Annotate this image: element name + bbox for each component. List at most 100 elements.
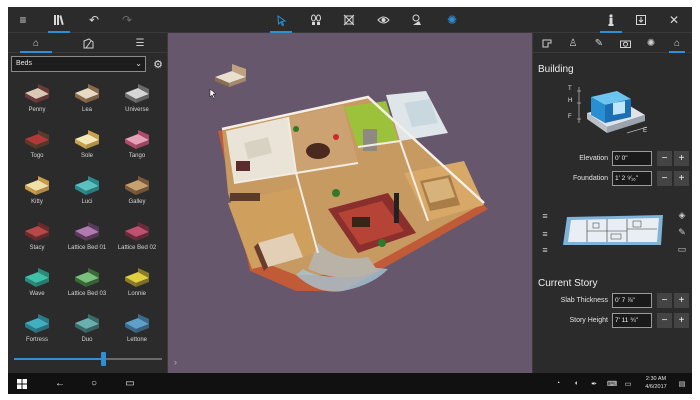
bed-thumbnail-icon <box>75 268 99 287</box>
slab-thickness-field[interactable]: 0' 7 ⅞" <box>612 293 652 308</box>
catalog-item[interactable]: Togo <box>12 125 62 169</box>
building-tab-icon[interactable]: ⌂ <box>667 35 687 53</box>
catalog-item-label: Kitty <box>31 199 43 205</box>
chevron-right-icon[interactable]: › <box>174 357 177 367</box>
catalog-item[interactable]: Lattice Bed 01 <box>62 217 112 261</box>
diagram-label-t: T <box>568 86 572 92</box>
size-slider-thumb[interactable] <box>100 352 106 366</box>
bed-thumbnail-icon <box>75 176 99 195</box>
story-height-field[interactable]: 7' 11 ¾" <box>612 313 652 328</box>
align-bottom-icon[interactable]: ≡ <box>539 244 551 256</box>
gear-icon[interactable]: ⚙ <box>151 57 165 71</box>
catalog-item[interactable]: Kitty <box>12 171 62 215</box>
catalog-item-label: Wave <box>29 291 45 297</box>
slab-thickness-decrement-button[interactable]: − <box>657 293 672 308</box>
catalog-item[interactable]: Lettone <box>112 309 162 353</box>
light-tab-icon[interactable]: ✺ <box>641 35 661 51</box>
bed-thumbnail-icon <box>75 84 99 103</box>
catalog-item[interactable]: Duo <box>62 309 112 353</box>
foundation-decrement-button[interactable]: − <box>657 171 672 186</box>
catalog-item[interactable]: Galley <box>112 171 162 215</box>
align-top-icon[interactable]: ≡ <box>539 210 551 222</box>
camera-tab-icon[interactable] <box>615 35 635 51</box>
battery-icon[interactable]: ▭ <box>622 376 634 391</box>
eye-icon[interactable] <box>372 10 394 30</box>
catalog-item[interactable]: Stacy <box>12 217 62 261</box>
foundation-field[interactable]: 1' 2 ⁹⁄₁₆" <box>612 171 652 186</box>
catalog-item[interactable]: Sole <box>62 125 112 169</box>
windows-start-icon[interactable] <box>14 376 30 391</box>
floor-plan-preview[interactable] <box>561 211 669 249</box>
keyboard-icon[interactable]: ⌨ <box>606 376 618 391</box>
category-dropdown[interactable]: Beds ⌄ <box>11 56 146 72</box>
catalog-item-label: Luci <box>81 199 93 205</box>
current-story-title: Current Story <box>538 278 598 289</box>
catalog-item[interactable]: Lattice Bed 03 <box>62 263 112 307</box>
stamp-tab-icon[interactable]: ♙ <box>563 35 583 51</box>
menu-icon[interactable]: ≡ <box>12 10 34 30</box>
building-tab-icon[interactable]: ⌂ <box>10 35 62 53</box>
system-clock[interactable]: 2:30 AM 4/6/2017 <box>638 375 674 391</box>
building-title: Building <box>538 64 574 75</box>
catalog-item[interactable]: Wave <box>12 263 62 307</box>
catalog-item-label: Lattice Bed 03 <box>67 291 107 297</box>
catalog-item-label: Universe <box>125 107 149 113</box>
catalog-item[interactable]: Luci <box>62 171 112 215</box>
story-height-increment-button[interactable]: + <box>674 313 689 328</box>
close-icon[interactable]: ✕ <box>663 10 685 30</box>
pen-icon[interactable]: ✒ <box>588 376 600 391</box>
bed-thumbnail-icon <box>125 222 149 241</box>
task-view-icon[interactable]: ▭ <box>122 376 138 391</box>
ruler-icon[interactable]: ▭ <box>676 243 688 255</box>
foundation-increment-button[interactable]: + <box>674 171 689 186</box>
layers-icon[interactable] <box>338 10 360 30</box>
pencil-icon[interactable]: ✎ <box>676 226 688 238</box>
sun-icon[interactable]: ✺ <box>441 10 463 30</box>
notifications-icon[interactable]: ▤ <box>676 376 688 391</box>
catalog-item[interactable]: Fortress <box>12 309 62 353</box>
undo-icon[interactable]: ↶ <box>83 10 105 30</box>
catalog-tabs: ⌂ ☰ <box>8 33 168 53</box>
export-icon[interactable] <box>630 10 652 30</box>
catalog-item[interactable]: Penny <box>12 79 62 123</box>
chevron-down-icon: ⌄ <box>135 59 142 68</box>
volume-icon[interactable]: ◖ <box>570 376 582 391</box>
properties-panel: ♙ ✎ ✺ ⌂ Building T H F E Elevation 0' 0"… <box>532 33 692 373</box>
footprints-icon[interactable] <box>305 10 327 30</box>
story-height-decrement-button[interactable]: − <box>657 313 672 328</box>
catalog-item[interactable]: Lonnie <box>112 263 162 307</box>
catalog-item[interactable]: Universe <box>112 79 162 123</box>
foundation-label: Foundation <box>572 175 608 182</box>
network-icon[interactable]: ◔ <box>552 376 564 391</box>
diagram-label-h: H <box>568 98 573 104</box>
align-middle-icon[interactable]: ≡ <box>539 228 551 240</box>
materials-tab-icon[interactable] <box>62 35 114 51</box>
slab-thickness-increment-button[interactable]: + <box>674 293 689 308</box>
catalog-item[interactable]: Lea <box>62 79 112 123</box>
catalog-item[interactable]: Lattice Bed 02 <box>112 217 162 261</box>
bed-thumbnail-icon <box>125 268 149 287</box>
catalog-item-label: Lattice Bed 01 <box>67 245 107 251</box>
catalog-item[interactable]: Tango <box>112 125 162 169</box>
object-tab-icon[interactable] <box>537 35 557 51</box>
elevation-decrement-button[interactable]: − <box>657 151 672 166</box>
elevation-increment-button[interactable]: + <box>674 151 689 166</box>
shadows-icon[interactable] <box>406 10 428 30</box>
library-icon[interactable] <box>48 10 70 33</box>
3d-viewport[interactable]: › <box>168 33 532 373</box>
catalog-item-label: Fortress <box>25 337 48 343</box>
home-circle-icon[interactable]: ○ <box>86 376 102 391</box>
elevation-field[interactable]: 0' 0" <box>612 151 652 166</box>
cursor-icon[interactable] <box>270 10 292 33</box>
bed-thumbnail-icon <box>125 130 149 149</box>
list-tab-icon[interactable]: ☰ <box>114 35 166 51</box>
figure-icon[interactable] <box>600 10 622 33</box>
catalog-item-label: Sole <box>80 153 93 159</box>
catalog-item-label: Lettone <box>126 337 148 343</box>
bed-thumbnail-icon <box>125 314 149 333</box>
paint-tab-icon[interactable]: ✎ <box>589 35 609 51</box>
redo-icon[interactable]: ↷ <box>116 10 138 30</box>
back-arrow-icon[interactable]: ← <box>52 376 68 391</box>
top-toolbar: ≡ ↶ ↷ ✺ ✕ <box>8 7 692 33</box>
layer-stack-icon[interactable]: ◈ <box>676 209 688 221</box>
